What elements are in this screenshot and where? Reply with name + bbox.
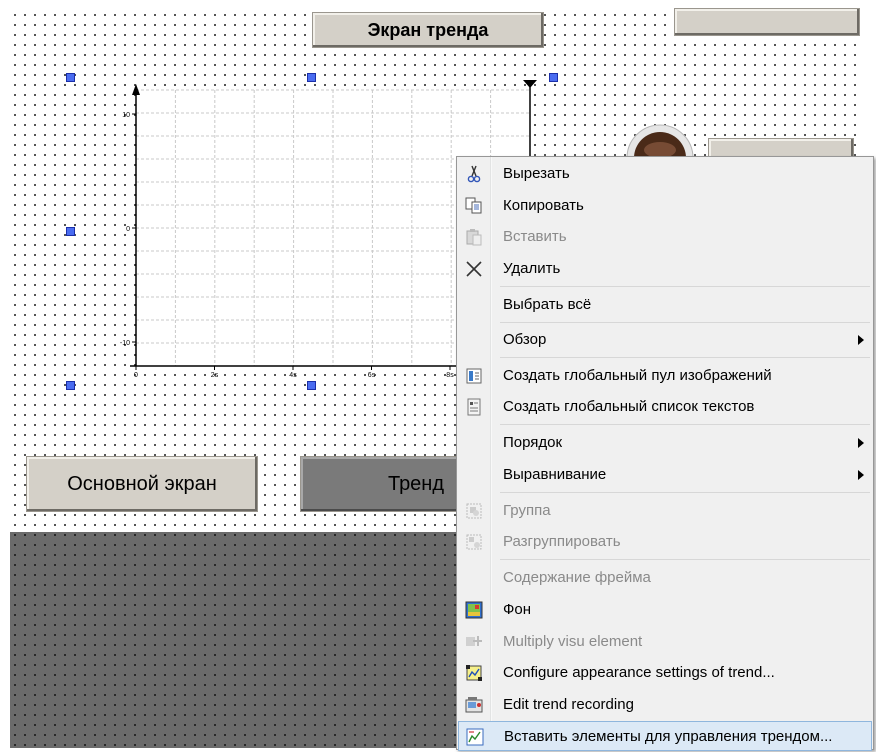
image-pool-icon <box>466 368 482 384</box>
selection-handle-top-middle[interactable] <box>307 73 316 82</box>
y-tick-label: 10 <box>122 112 130 119</box>
multiply-icon <box>466 636 482 646</box>
group-icon <box>466 503 482 519</box>
menu-item-label: Удалить <box>503 260 561 277</box>
menu-item-multiply-visu-element[interactable]: Multiply visu element <box>458 627 872 657</box>
selection-handle-top-left[interactable] <box>66 73 75 82</box>
menu-item-label: Выравнивание <box>503 466 607 483</box>
menu-item-create-text-list[interactable]: Создать глобальный список текстов <box>458 392 872 422</box>
menu-item-label: Выбрать всё <box>503 296 592 313</box>
menu-item-delete[interactable]: Удалить <box>458 254 872 284</box>
paste-icon <box>466 229 482 246</box>
menu-separator <box>500 322 870 323</box>
selection-handle-bottom-left[interactable] <box>66 381 75 390</box>
menu-item-cut[interactable]: Вырезать <box>458 159 872 189</box>
menu-item-label: Создать глобальный список текстов <box>503 398 755 415</box>
menu-item-label: Вырезать <box>503 165 570 182</box>
menu-item-create-image-pool[interactable]: Создать глобальный пул изображений <box>458 361 872 391</box>
submenu-arrow-icon <box>858 335 864 345</box>
menu-item-label: Порядок <box>503 434 563 451</box>
menu-item-label: Содержание фрейма <box>503 569 651 586</box>
menu-separator <box>500 286 870 287</box>
menu-item-ungroup[interactable]: Разгруппировать <box>458 527 872 557</box>
menu-item-order[interactable]: Порядок <box>458 428 872 458</box>
menu-item-configure-trend-appearance[interactable]: Configure appearance settings of trend..… <box>458 658 872 688</box>
menu-separator <box>500 492 870 493</box>
trend-insert-icon <box>466 728 484 746</box>
menu-item-label: Вставить <box>503 228 567 245</box>
menu-item-frame-content[interactable]: Содержание фрейма <box>458 563 872 593</box>
x-tick-label: 2s <box>211 372 219 379</box>
ungroup-icon <box>466 534 482 550</box>
x-tick-label: 8s <box>446 372 454 379</box>
main-screen-button[interactable]: Основной экран <box>26 456 258 512</box>
y-tick-label: 0 <box>126 226 130 233</box>
menu-item-background[interactable]: Фон <box>458 595 872 625</box>
menu-separator <box>500 559 870 560</box>
menu-separator <box>500 357 870 358</box>
submenu-arrow-icon <box>858 438 864 448</box>
background-icon <box>465 601 483 619</box>
menu-item-label: Создать глобальный пул изображений <box>503 367 772 384</box>
x-tick-label: 6s <box>368 372 376 379</box>
menu-item-insert-trend-controls[interactable]: Вставить элементы для управления трендом… <box>458 721 872 751</box>
trend-config-icon <box>466 665 482 681</box>
cursor-marker-icon[interactable] <box>523 80 537 88</box>
menu-item-label: Обзор <box>503 331 547 348</box>
y-tick-label: -10 <box>120 340 130 347</box>
scissors-icon <box>467 165 481 183</box>
menu-item-label: Multiply visu element <box>503 633 643 650</box>
menu-item-label: Копировать <box>503 197 584 214</box>
selection-handle-middle-left[interactable] <box>66 227 75 236</box>
x-tick-label: 4s <box>289 372 297 379</box>
menu-item-align[interactable]: Выравнивание <box>458 460 872 490</box>
text-list-icon <box>467 398 481 416</box>
context-menu: Вырезать Копировать Вставить Удалить Выб… <box>456 156 874 751</box>
trend-record-icon <box>465 697 483 713</box>
selection-handle-top-right[interactable] <box>549 73 558 82</box>
copy-icon <box>465 197 482 214</box>
menu-item-browse[interactable]: Обзор <box>458 325 872 355</box>
menu-item-label: Configure appearance settings of trend..… <box>503 664 775 681</box>
menu-item-edit-trend-recording[interactable]: Edit trend recording <box>458 690 872 720</box>
menu-item-group[interactable]: Группа <box>458 496 872 526</box>
menu-item-label: Группа <box>503 502 551 519</box>
menu-separator <box>500 424 870 425</box>
menu-item-label: Фон <box>503 601 532 618</box>
submenu-arrow-icon <box>858 470 864 480</box>
menu-item-label: Разгруппировать <box>503 533 621 550</box>
x-tick-label: 0 <box>134 372 138 379</box>
selection-handle-bottom-middle[interactable] <box>307 381 316 390</box>
delete-icon <box>466 261 482 277</box>
menu-item-select-all[interactable]: Выбрать всё <box>458 290 872 320</box>
menu-item-label: Edit trend recording <box>503 696 634 713</box>
menu-item-paste[interactable]: Вставить <box>458 222 872 252</box>
menu-item-copy[interactable]: Копировать <box>458 191 872 221</box>
